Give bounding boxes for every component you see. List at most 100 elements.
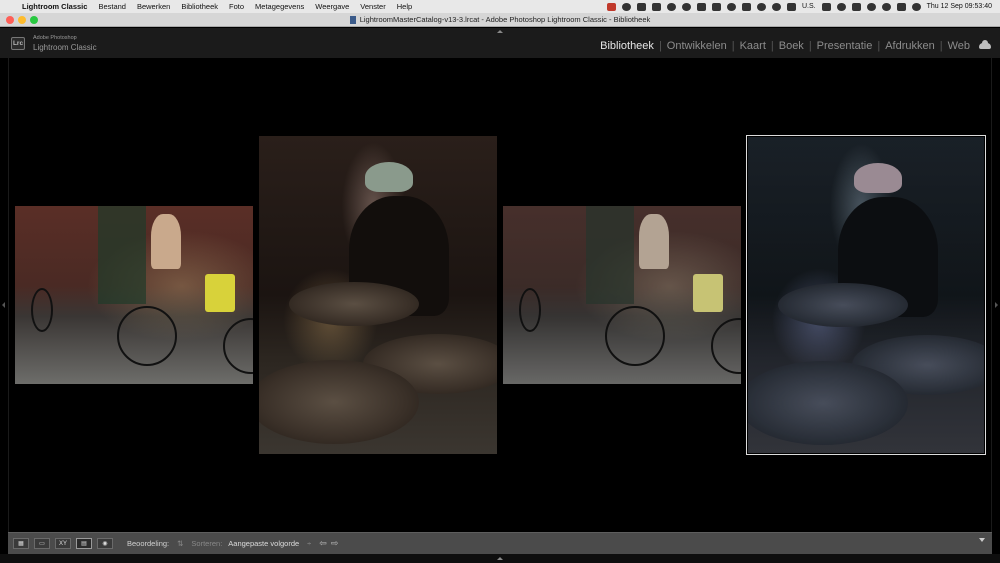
survey-photo-2[interactable] [259, 136, 497, 454]
compare-view-icon[interactable]: XY [55, 538, 71, 549]
survey-view-area [8, 58, 992, 532]
status-monitor-icon[interactable] [651, 2, 661, 11]
menu-bibliotheek[interactable]: Bibliotheek [181, 2, 218, 11]
window-titlebar: LightroomMasterCatalog-v13-3.lrcat - Ado… [0, 13, 1000, 27]
display-icon[interactable] [821, 2, 831, 11]
module-kaart[interactable]: Kaart [740, 40, 766, 52]
window-title: LightroomMasterCatalog-v13-3.lrcat - Ado… [359, 15, 651, 24]
brand-line-2: Lightroom Classic [33, 42, 97, 52]
photo-detail [778, 283, 908, 327]
previous-photo-icon[interactable]: ⇦ [319, 538, 327, 549]
photo-detail [31, 288, 53, 332]
photo-detail [117, 306, 177, 366]
menubar-clock[interactable]: Thu 12 Sep 09:53:40 [927, 3, 992, 10]
menu-bar: Lightroom Classic Bestand Bewerken Bibli… [0, 0, 1000, 13]
sort-select-caret[interactable]: ÷ [307, 539, 311, 548]
brand-identity-plate[interactable]: Adobe Photoshop Lightroom Classic [33, 35, 97, 52]
lrc-logo-icon: Lrc [11, 37, 25, 50]
status-sync-icon[interactable] [681, 2, 691, 11]
module-separator: | [877, 40, 881, 52]
photo-detail [259, 360, 419, 444]
module-picker: Bibliotheek | Ontwikkelen | Kaart | Boek… [600, 40, 970, 52]
menu-app-name[interactable]: Lightroom Classic [22, 2, 87, 11]
status-clock-icon[interactable] [666, 2, 676, 11]
module-separator: | [658, 40, 662, 52]
sort-direction-icon[interactable]: ⇅ [177, 539, 183, 548]
bluetooth-icon[interactable] [836, 2, 846, 11]
status-drop-icon[interactable] [621, 2, 631, 11]
spotlight-search-icon[interactable] [881, 2, 891, 11]
sort-label: Sorteren: [191, 539, 223, 548]
survey-view-icon[interactable]: ▤ [76, 538, 92, 549]
photo-detail [711, 318, 741, 374]
window-close-button[interactable] [6, 16, 14, 24]
menu-help[interactable]: Help [397, 2, 412, 11]
status-s-icon[interactable] [741, 2, 751, 11]
siri-icon[interactable] [911, 2, 921, 11]
module-boek[interactable]: Boek [779, 40, 804, 52]
module-separator: | [731, 40, 735, 52]
window-controls [6, 16, 38, 24]
status-p-icon[interactable] [726, 2, 736, 11]
rating-label: Beoordeling: [127, 539, 170, 548]
filmstrip-toggle-icon[interactable] [497, 557, 503, 560]
window-maximize-button[interactable] [30, 16, 38, 24]
menu-bestand[interactable]: Bestand [98, 2, 126, 11]
input-source-label[interactable]: U.S. [802, 3, 816, 10]
cloud-sync-icon[interactable] [979, 40, 991, 49]
photo-detail [639, 214, 669, 269]
module-bibliotheek[interactable]: Bibliotheek [600, 40, 654, 52]
loupe-view-icon[interactable]: ▭ [34, 538, 50, 549]
menu-venster[interactable]: Venster [360, 2, 385, 11]
photo-detail [605, 306, 665, 366]
status-area: U.S. Thu 12 Sep 09:53:40 [606, 0, 992, 13]
photo-detail [98, 206, 146, 304]
top-panel-toggle-icon[interactable] [497, 30, 503, 33]
battery-icon[interactable] [851, 2, 861, 11]
module-afdrukken[interactable]: Afdrukken [885, 40, 935, 52]
status-grid-icon[interactable] [711, 2, 721, 11]
module-separator: | [808, 40, 812, 52]
people-view-icon[interactable]: ◉ [97, 538, 113, 549]
menu-bewerken[interactable]: Bewerken [137, 2, 170, 11]
toolbar-options-chevron-icon[interactable] [979, 538, 985, 542]
photo-detail [289, 282, 419, 326]
survey-photo-1[interactable] [15, 206, 253, 384]
catalog-document-icon [349, 15, 356, 24]
menu-foto[interactable]: Foto [229, 2, 244, 11]
next-photo-icon[interactable]: ⇨ [331, 538, 339, 549]
module-separator: | [770, 40, 774, 52]
menu-metagegevens[interactable]: Metagegevens [255, 2, 304, 11]
sort-order-select[interactable]: Aangepaste volgorde [228, 539, 299, 548]
survey-photo-3[interactable] [503, 206, 741, 384]
status-app-icon[interactable] [606, 2, 616, 11]
window-minimize-button[interactable] [18, 16, 26, 24]
photo-detail [365, 162, 413, 192]
photo-detail [748, 361, 908, 445]
photo-detail [205, 274, 235, 312]
survey-photo-4-selected[interactable] [746, 135, 986, 455]
status-screen-icon[interactable] [636, 2, 646, 11]
photo-detail [223, 318, 253, 374]
photo-detail [151, 214, 181, 269]
status-circle-icon[interactable] [771, 2, 781, 11]
right-panel-toggle-icon[interactable] [995, 302, 998, 308]
wifi-icon[interactable] [866, 2, 876, 11]
brand-line-1: Adobe Photoshop [33, 35, 77, 41]
library-toolbar: ▦ ▭ XY ▤ ◉ Beoordeling: ⇅ Sorteren: Aang… [8, 532, 992, 554]
menu-weergave[interactable]: Weergave [315, 2, 349, 11]
module-presentatie[interactable]: Presentatie [817, 40, 873, 52]
photo-detail [586, 206, 634, 304]
control-center-icon[interactable] [896, 2, 906, 11]
module-separator: | [939, 40, 943, 52]
photo-detail [519, 288, 541, 332]
status-us-flag-icon[interactable] [786, 2, 796, 11]
module-web[interactable]: Web [948, 40, 970, 52]
grid-view-icon[interactable]: ▦ [13, 538, 29, 549]
status-play-icon[interactable] [756, 2, 766, 11]
left-panel-toggle-icon[interactable] [2, 302, 5, 308]
module-ontwikkelen[interactable]: Ontwikkelen [667, 40, 727, 52]
photo-detail [854, 163, 902, 193]
status-box-icon[interactable] [696, 2, 706, 11]
photo-detail [693, 274, 723, 312]
